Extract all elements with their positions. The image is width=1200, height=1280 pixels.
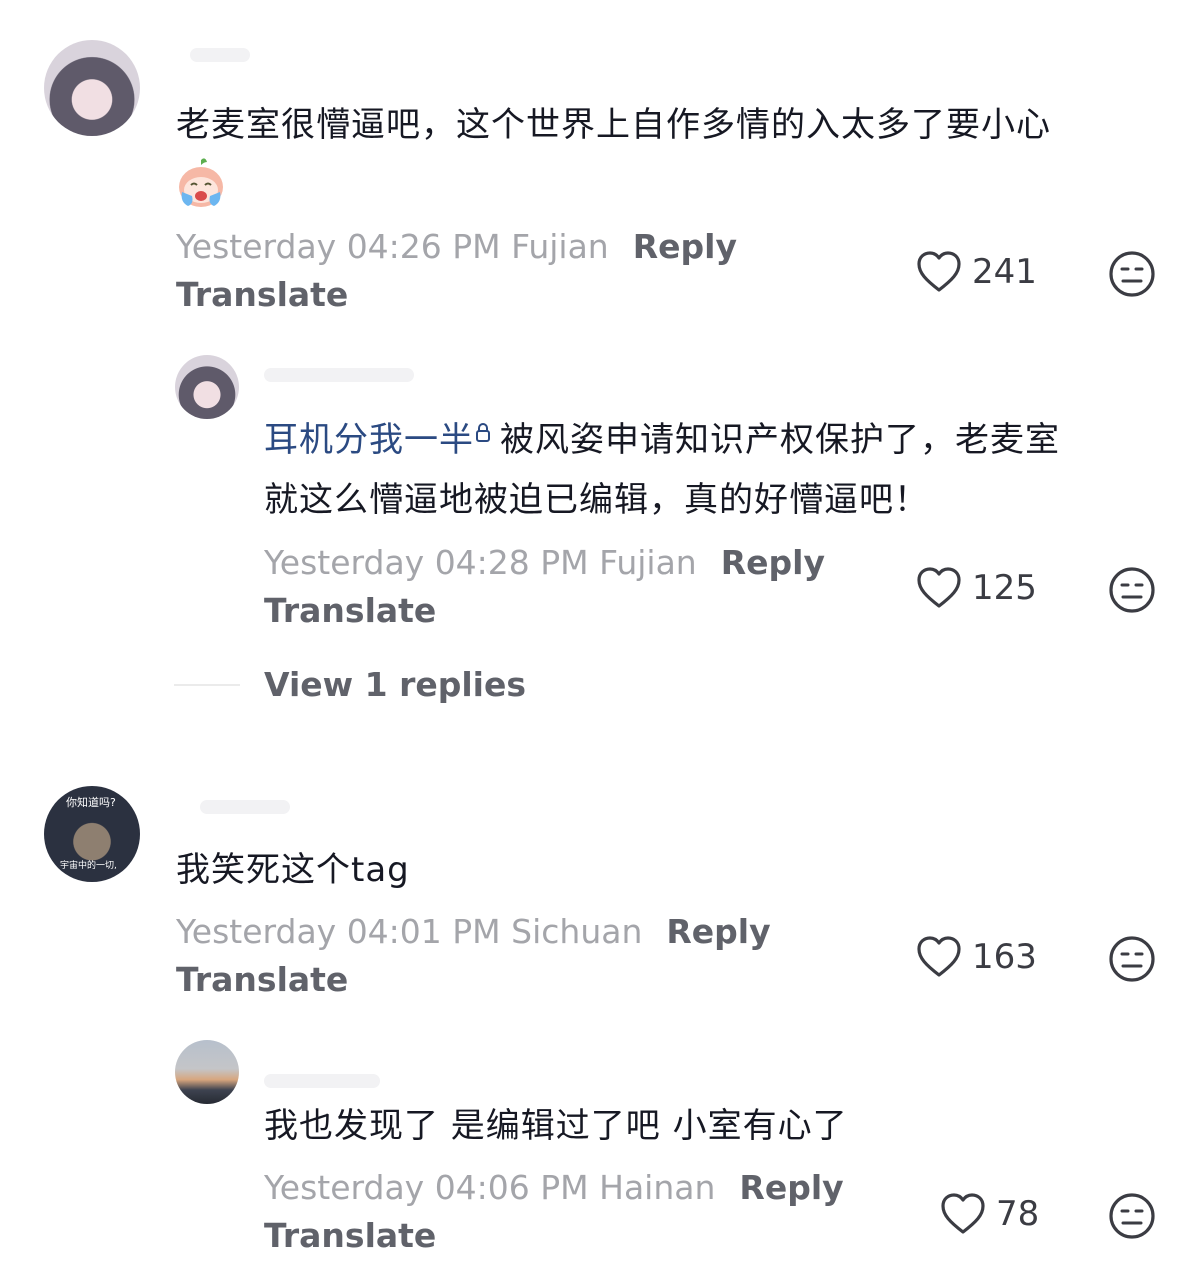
translate-button[interactable]: Translate [176, 271, 348, 319]
commenter-avatar[interactable]: 你知道吗? 宇宙中的一切, [44, 786, 140, 882]
reply-timestamp-location: Yesterday 04:28 PM Fujian [264, 543, 697, 582]
reply-avatar[interactable] [175, 1040, 239, 1104]
translate-button[interactable]: Translate [264, 1212, 436, 1260]
comment-timestamp-location: Yesterday 04:01 PM Sichuan [176, 912, 643, 951]
neutral-face-icon[interactable] [1107, 565, 1157, 615]
username-blurred[interactable] [264, 368, 414, 382]
like-button[interactable]: 163 [916, 935, 1037, 979]
translate-button[interactable]: Translate [264, 587, 436, 635]
like-count: 78 [996, 1194, 1040, 1234]
comment-text: 老麦室很懵逼吧，这个世界上自作多情的入太多了要小心 [176, 105, 1051, 145]
view-replies-button[interactable]: View 1 replies [264, 665, 526, 704]
crying-peach-sticker-icon [179, 158, 223, 207]
replies-divider [174, 684, 240, 686]
comment-meta: Yesterday 04:26 PM Fujian Reply [176, 223, 737, 271]
neutral-face-icon[interactable] [1107, 934, 1157, 984]
reply-text: 我也发现了 是编辑过了吧 小室有心了 [264, 1106, 848, 1146]
reply-timestamp-location: Yesterday 04:06 PM Hainan [264, 1168, 716, 1207]
reply-button[interactable]: Reply [666, 912, 770, 951]
comment-timestamp-location: Yesterday 04:26 PM Fujian [176, 227, 609, 266]
username-blurred[interactable] [264, 1074, 380, 1088]
reply-avatar[interactable] [175, 355, 239, 419]
reply-button[interactable]: Reply [739, 1168, 843, 1207]
neutral-face-icon[interactable] [1107, 249, 1157, 299]
heart-outline-icon [917, 251, 961, 292]
heart-outline-icon [941, 1193, 985, 1234]
username-blurred[interactable] [190, 48, 250, 62]
like-count: 163 [972, 937, 1037, 977]
reply-button[interactable]: Reply [721, 543, 825, 582]
lock-badge-icon [476, 423, 490, 442]
like-button[interactable]: 241 [916, 250, 1037, 294]
reply-text-line2: 就这么懵逼地被迫已编辑，真的好懵逼吧！ [264, 480, 929, 520]
reply-text: 耳机分我一半 被风姿申请知识产权保护了，老麦室 [264, 410, 1164, 470]
translate-button[interactable]: Translate [176, 956, 348, 1004]
comment-meta: Yesterday 04:01 PM Sichuan Reply [176, 908, 771, 956]
avatar-caption: 宇宙中的一切, [60, 861, 117, 871]
reply-button[interactable]: Reply [633, 227, 737, 266]
mention-link[interactable]: 耳机分我一半 [264, 420, 474, 460]
reply-meta: Yesterday 04:06 PM Hainan Reply [264, 1164, 844, 1212]
reply-meta: Yesterday 04:28 PM Fujian Reply [264, 539, 825, 587]
like-count: 241 [972, 252, 1037, 292]
heart-outline-icon [917, 936, 961, 977]
like-button[interactable]: 78 [940, 1192, 1039, 1236]
neutral-face-icon[interactable] [1107, 1191, 1157, 1241]
reply-text-line1: 被风姿申请知识产权保护了，老麦室 [500, 420, 1060, 460]
like-button[interactable]: 125 [916, 566, 1037, 610]
avatar-caption: 你知道吗? [66, 796, 116, 809]
commenter-avatar[interactable] [44, 40, 140, 136]
like-count: 125 [972, 568, 1037, 608]
username-blurred[interactable] [200, 800, 290, 814]
heart-outline-icon [917, 567, 961, 608]
comment-text: 我笑死这个tag [176, 850, 410, 890]
